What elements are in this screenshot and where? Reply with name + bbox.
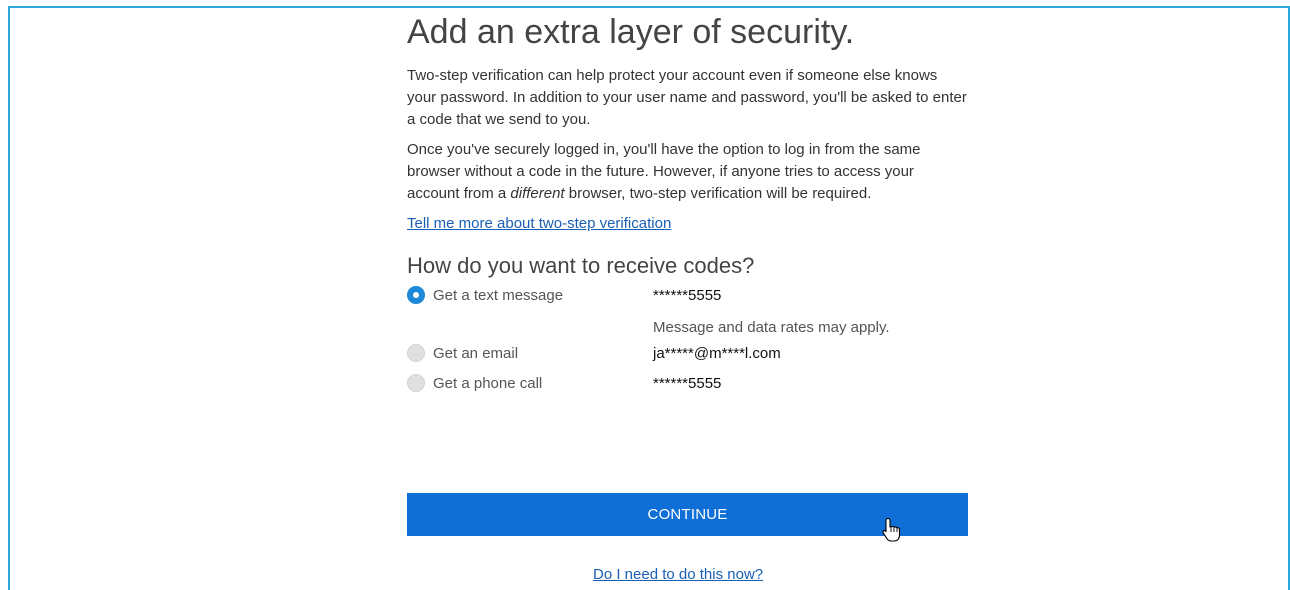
- do-this-later-link[interactable]: Do I need to do this now?: [593, 566, 763, 583]
- info-text: Once you've securely logged in, you'll h…: [407, 139, 969, 205]
- radio-phone-call[interactable]: [407, 374, 425, 392]
- security-setup-panel: Add an extra layer of security. Two-step…: [407, 10, 969, 399]
- radio-email[interactable]: [407, 344, 425, 362]
- info-text-end: browser, two-step verification will be r…: [564, 185, 872, 202]
- page-title: Add an extra layer of security.: [407, 13, 855, 51]
- option-label[interactable]: Get a text message: [433, 287, 563, 304]
- code-method-options: Get a text message ******5555 Message an…: [407, 281, 969, 399]
- rates-note: Message and data rates may apply.: [653, 319, 890, 336]
- option-label[interactable]: Get a phone call: [433, 375, 542, 392]
- option-note: Message and data rates may apply.: [407, 311, 969, 339]
- option-value: ******5555: [653, 287, 722, 304]
- info-text-emphasis: different: [510, 185, 565, 202]
- learn-more-link[interactable]: Tell me more about two-step verification: [407, 215, 671, 232]
- option-label[interactable]: Get an email: [433, 345, 518, 362]
- intro-text: Two-step verification can help protect y…: [407, 67, 967, 128]
- option-email[interactable]: Get an email ja*****@m****l.com: [407, 339, 969, 369]
- option-value: ja*****@m****l.com: [653, 345, 781, 362]
- option-phone-call[interactable]: Get a phone call ******5555: [407, 369, 969, 399]
- receive-codes-heading: How do you want to receive codes?: [407, 253, 755, 278]
- option-text-message[interactable]: Get a text message ******5555: [407, 281, 969, 311]
- hand-pointer-icon: [882, 517, 901, 542]
- option-value: ******5555: [653, 375, 722, 392]
- radio-text-message[interactable]: [407, 286, 425, 304]
